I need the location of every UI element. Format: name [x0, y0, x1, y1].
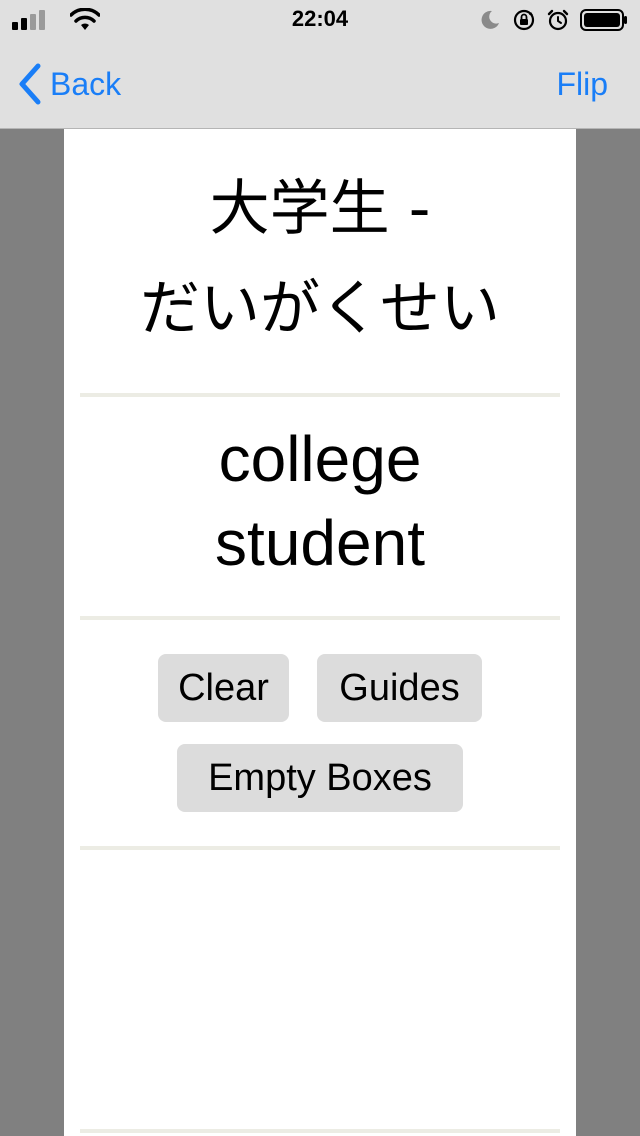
back-label: Back: [50, 65, 122, 102]
flashcard: 大学生 - だいがくせい college student Clear Guide…: [64, 129, 576, 1136]
orientation-lock-icon: [513, 9, 535, 31]
guides-button[interactable]: Guides: [317, 654, 482, 722]
back-button[interactable]: Back: [16, 62, 121, 106]
battery-icon: [580, 9, 627, 31]
kana-text: だいがくせい: [140, 274, 500, 344]
moon-icon: [481, 10, 499, 29]
meaning-line-1: college: [218, 423, 422, 495]
drawing-canvas[interactable]: [80, 851, 560, 1127]
navigation-bar: Back Flip: [0, 40, 640, 129]
kanji-text: 大学生 -: [209, 174, 431, 244]
status-right-icons: [478, 6, 628, 34]
empty-boxes-button[interactable]: Empty Boxes: [177, 744, 463, 812]
card-front-text: 大学生 - だいがくせい: [64, 159, 576, 359]
divider: [80, 616, 560, 620]
alarm-icon: [547, 9, 569, 31]
flip-button[interactable]: Flip: [556, 62, 608, 106]
divider: [80, 393, 560, 397]
status-bar: 22:04: [0, 0, 640, 40]
meaning-line-2: student: [215, 507, 425, 579]
divider: [80, 846, 560, 850]
divider: [80, 1129, 560, 1133]
meaning-text: college student: [64, 417, 576, 585]
clear-button[interactable]: Clear: [158, 654, 289, 722]
chevron-left-icon: [19, 63, 41, 105]
